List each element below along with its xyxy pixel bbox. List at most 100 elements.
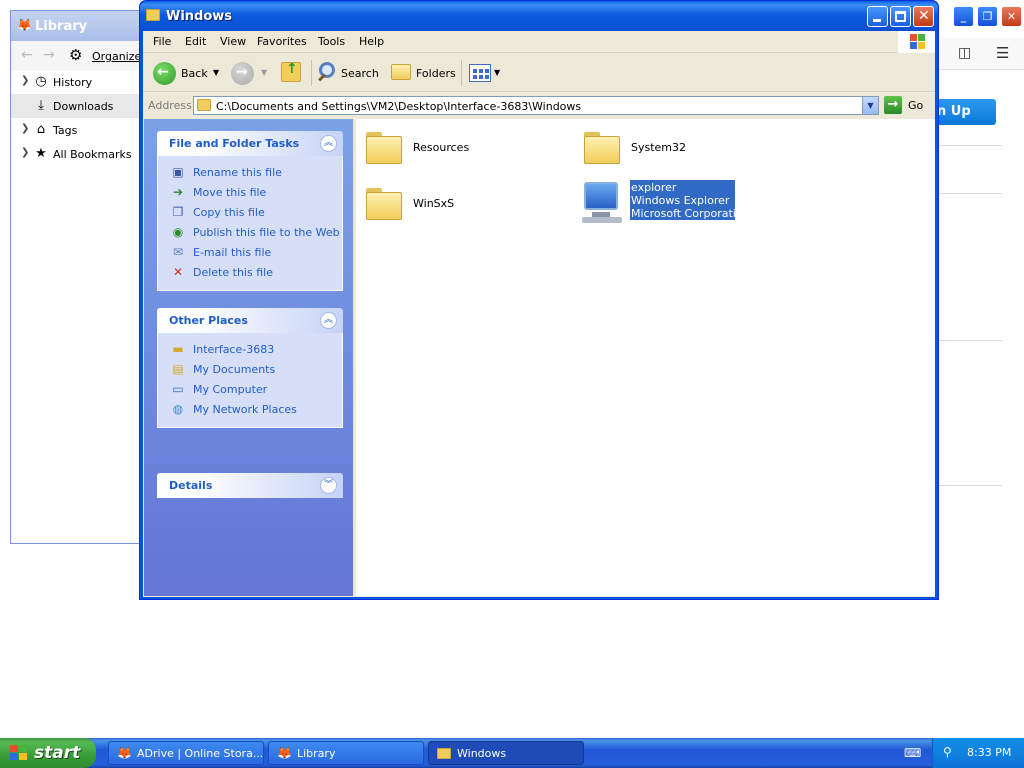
panel-header[interactable]: Details ︾ <box>157 473 343 498</box>
close-button[interactable]: ✕ <box>1001 6 1022 27</box>
library-item-all-bookmarks[interactable]: ❯ ★ All Bookmarks <box>11 142 141 166</box>
taskbar-item-label: ADrive | Online Stora... <box>137 747 264 760</box>
folder-icon <box>146 9 160 21</box>
taskbar: start 🦊 ADrive | Online Stora... 🦊 Libra… <box>0 738 1024 768</box>
menu-view[interactable]: View <box>220 35 246 48</box>
file-item-winsxs[interactable]: WinSxS <box>364 184 564 226</box>
explorer-titlebar[interactable]: Windows ✕ <box>140 1 938 31</box>
search-label: Search <box>341 67 379 80</box>
place-my-documents[interactable]: ▤ My Documents <box>158 359 342 379</box>
expand-icon[interactable]: ❯ <box>21 147 29 158</box>
file-company: Microsoft Corporation <box>631 207 750 220</box>
file-tasks-panel: File and Folder Tasks ︽ ▣ Rename this fi… <box>157 131 343 291</box>
file-item-resources[interactable]: Resources <box>364 128 564 170</box>
task-delete[interactable]: ✕ Delete this file <box>158 262 342 282</box>
file-item-explorer[interactable]: explorer Windows Explorer Microsoft Corp… <box>578 180 750 226</box>
library-item-downloads[interactable]: ⤓ Downloads <box>11 94 141 118</box>
taskbar-item-windows[interactable]: Windows <box>428 741 584 765</box>
task-email[interactable]: ✉ E-mail this file <box>158 242 342 262</box>
firefox-icon: 🦊 <box>17 18 32 32</box>
task-label: Move this file <box>193 186 267 199</box>
expand-icon[interactable]: ︾ <box>320 477 337 494</box>
library-item-history[interactable]: ❯ ◷ History <box>11 70 141 94</box>
taskbar-item-library[interactable]: 🦊 Library <box>268 741 424 765</box>
place-my-computer[interactable]: ▭ My Computer <box>158 379 342 399</box>
standard-toolbar: ← Back ▼ → ▼ ↑ Search Folders ▼ <box>143 54 935 92</box>
file-item-system32[interactable]: System32 <box>582 128 782 170</box>
library-toolbar: ← → ⚙ Organize <box>11 41 141 71</box>
menu-file[interactable]: File <box>153 35 171 48</box>
sidebar-icon[interactable]: ◫ <box>958 45 971 61</box>
clock[interactable]: 8:33 PM <box>967 746 1011 759</box>
menu-tools[interactable]: Tools <box>318 35 345 48</box>
expand-icon[interactable]: ❯ <box>21 123 29 134</box>
panel-title: File and Folder Tasks <box>169 137 300 150</box>
dropdown-arrow-icon[interactable]: ▼ <box>494 68 500 77</box>
views-button[interactable]: ▼ <box>467 60 501 86</box>
go-label: Go <box>908 99 924 112</box>
dropdown-arrow-icon[interactable]: ▼ <box>261 68 267 77</box>
folders-icon <box>391 64 411 80</box>
keyboard-icon[interactable]: ⌨ <box>904 746 921 760</box>
search-button[interactable]: Search <box>317 60 383 86</box>
divider <box>938 145 1002 146</box>
forward-arrow-icon[interactable]: → <box>43 47 55 63</box>
maximize-button[interactable] <box>890 6 911 27</box>
expand-icon[interactable]: ❯ <box>21 75 29 86</box>
task-publish[interactable]: ◉ Publish this file to the Web <box>158 222 342 242</box>
start-button[interactable]: start <box>0 738 96 768</box>
collapse-icon[interactable]: ︽ <box>320 312 337 329</box>
folder-icon <box>437 748 451 759</box>
download-icon: ⤓ <box>38 98 44 113</box>
task-copy[interactable]: ❐ Copy this file <box>158 202 342 222</box>
library-titlebar[interactable]: 🦊 Library <box>11 11 141 41</box>
panel-header[interactable]: File and Folder Tasks ︽ <box>157 131 343 156</box>
taskbar-item-adrive[interactable]: 🦊 ADrive | Online Stora... <box>108 741 264 765</box>
library-item-tags[interactable]: ❯ ⌂ Tags <box>11 118 141 142</box>
network-tray-icon[interactable]: ⚲ <box>943 745 952 759</box>
task-label: My Documents <box>193 363 276 376</box>
panel-title: Other Places <box>169 314 248 327</box>
menu-favorites[interactable]: Favorites <box>257 35 307 48</box>
address-dropdown-button[interactable]: ▼ <box>862 97 878 114</box>
address-path: C:\Documents and Settings\VM2\Desktop\In… <box>216 100 582 113</box>
dropdown-arrow-icon[interactable]: ▼ <box>213 68 219 77</box>
address-input[interactable]: C:\Documents and Settings\VM2\Desktop\In… <box>193 96 879 115</box>
taskbar-item-label: Library <box>297 747 336 760</box>
folder-icon <box>364 184 404 224</box>
library-item-label: Tags <box>53 124 78 137</box>
minimize-button[interactable] <box>867 6 888 27</box>
task-label: Interface-3683 <box>193 343 275 356</box>
delete-icon: ✕ <box>172 265 184 279</box>
place-my-network-places[interactable]: ◍ My Network Places <box>158 399 342 419</box>
task-label: E-mail this file <box>193 246 272 259</box>
menu-icon[interactable]: ☰ <box>996 44 1009 62</box>
documents-icon: ▤ <box>172 362 184 376</box>
menu-help[interactable]: Help <box>359 35 384 48</box>
up-folder-button[interactable]: ↑ <box>279 60 305 86</box>
close-button[interactable]: ✕ <box>913 6 934 27</box>
forward-button[interactable]: → ▼ <box>229 60 269 86</box>
divider <box>938 340 1002 341</box>
copy-icon: ❐ <box>172 205 184 219</box>
collapse-icon[interactable]: ︽ <box>320 135 337 152</box>
explorer-frame: File Edit View Favorites Tools Help ← Ba… <box>143 31 935 597</box>
folders-button[interactable]: Folders <box>389 60 456 86</box>
details-panel: Details ︾ <box>157 473 343 498</box>
panel-header[interactable]: Other Places ︽ <box>157 308 343 333</box>
go-button[interactable]: → Go <box>883 95 927 115</box>
organize-button[interactable]: Organize <box>92 50 141 63</box>
system-tray: ⚲ 8:33 PM <box>932 738 1024 768</box>
back-arrow-icon[interactable]: ← <box>21 47 33 63</box>
task-rename[interactable]: ▣ Rename this file <box>158 162 342 182</box>
minimize-button[interactable]: _ <box>953 6 974 27</box>
back-button[interactable]: ← Back ▼ <box>151 60 219 86</box>
task-label: Copy this file <box>193 206 265 219</box>
restore-button[interactable]: ❐ <box>977 6 998 27</box>
file-name: WinSxS <box>413 197 455 210</box>
windows-logo-icon <box>898 31 935 53</box>
tag-icon: ⌂ <box>36 122 46 137</box>
task-move[interactable]: ➔ Move this file <box>158 182 342 202</box>
menu-edit[interactable]: Edit <box>185 35 206 48</box>
place-interface-3683[interactable]: ▬ Interface-3683 <box>158 339 342 359</box>
